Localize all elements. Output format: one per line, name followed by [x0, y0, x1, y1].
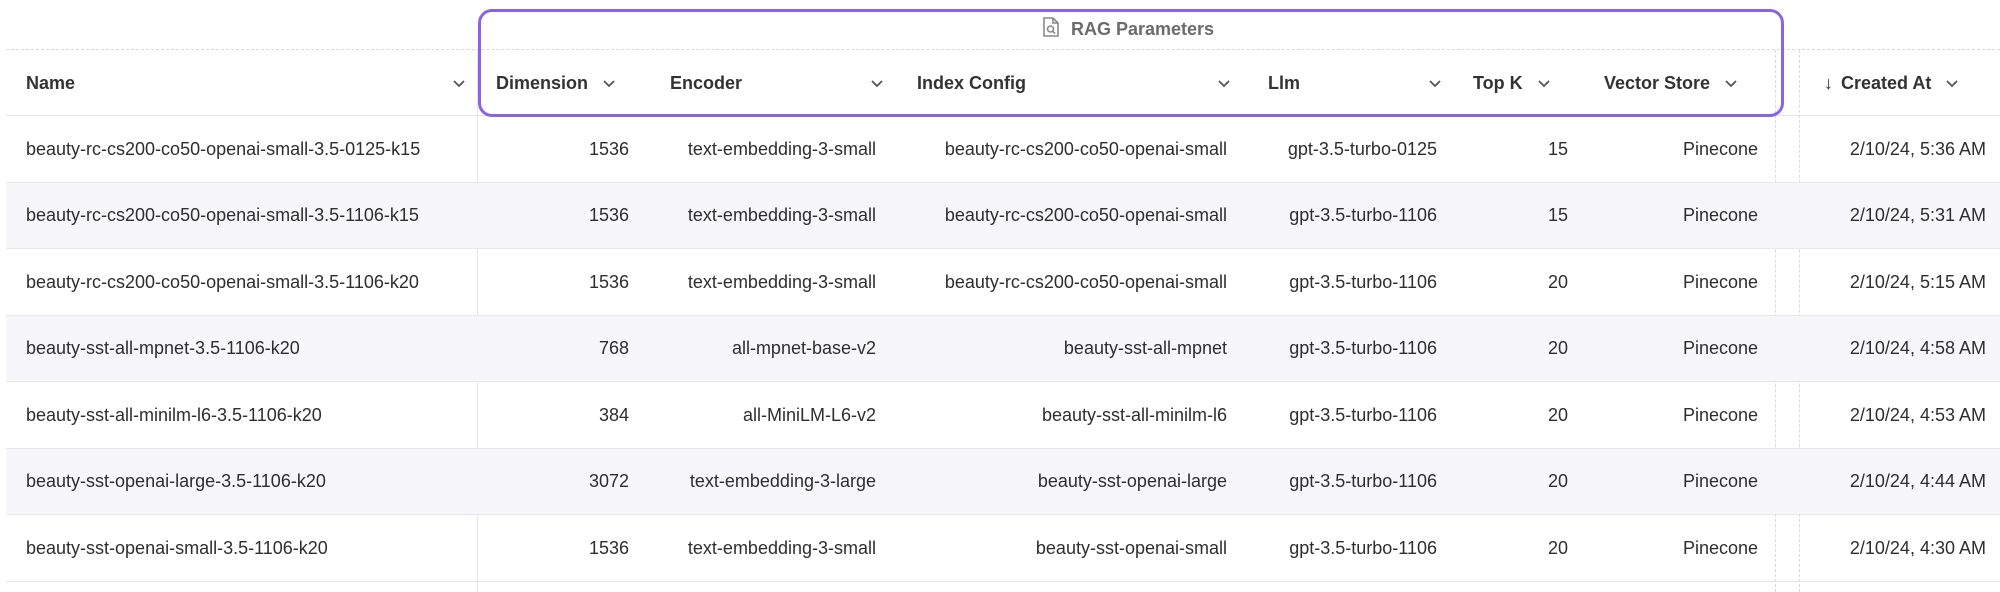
- cell-top-k: 15: [1547, 138, 1568, 159]
- chevron-down-icon[interactable]: [870, 76, 884, 90]
- column-header-label: Llm: [1268, 72, 1301, 93]
- column-header-dimension[interactable]: Dimension: [496, 50, 616, 116]
- column-group-row: RAG Parameters: [6, 0, 2000, 50]
- cell-llm: gpt-3.5-turbo-1106: [1289, 271, 1437, 292]
- cell-created-at: 2/10/24, 4:44 AM: [1849, 471, 1986, 491]
- column-header-name[interactable]: Name: [26, 50, 465, 116]
- cell-top-k: 20: [1547, 471, 1568, 491]
- cell-encoder: text-embedding-3-small: [687, 537, 876, 558]
- column-header-llm[interactable]: Llm: [1268, 50, 1441, 116]
- table-row[interactable]: beauty-sst-openai-large-3.5-1106-k20 307…: [6, 448, 2000, 515]
- cell-encoder: text-embedding-3-small: [687, 271, 876, 292]
- column-header-label: Index Config: [917, 72, 1026, 93]
- cell-index-config: beauty-rc-cs200-co50-openai-small: [944, 271, 1227, 292]
- column-header-encoder[interactable]: Encoder: [670, 50, 883, 116]
- cell-dimension: 3072: [588, 471, 629, 491]
- cell-name: beauty-rc-cs200-co50-openai-small-3.5-01…: [26, 138, 421, 159]
- chevron-down-icon[interactable]: [1724, 76, 1738, 90]
- cell-vector-store: Pinecone: [1682, 205, 1758, 225]
- table-row[interactable]: beauty-rc-cs200-co50-openai-small-3.5-01…: [6, 116, 2000, 183]
- cell-name: beauty-sst-openai-small-3.5-1106-k20: [26, 537, 328, 558]
- cell-top-k: 20: [1547, 404, 1568, 425]
- table-row[interactable]: beauty-sst-all-mpnet-3.5-1106-k20 768 al…: [6, 315, 2000, 382]
- column-header-top-k[interactable]: Top K: [1473, 50, 1551, 116]
- cell-created-at: 2/10/24, 4:58 AM: [1849, 338, 1986, 358]
- cell-name: beauty-rc-cs200-co50-openai-small-3.5-11…: [26, 205, 419, 225]
- chevron-down-icon[interactable]: [1945, 76, 1959, 90]
- cell-name: beauty-sst-all-minilm-l6-3.5-1106-k20: [26, 404, 322, 425]
- cell-vector-store: Pinecone: [1682, 471, 1758, 491]
- column-header-vector-store[interactable]: Vector Store: [1604, 50, 1738, 116]
- cell-encoder: text-embedding-3-small: [687, 205, 876, 225]
- document-search-icon: [1041, 16, 1061, 43]
- cell-vector-store: Pinecone: [1682, 271, 1758, 292]
- cell-vector-store: Pinecone: [1682, 537, 1758, 558]
- column-header-created-at[interactable]: ↓ Created At: [1824, 50, 1959, 116]
- cell-top-k: 20: [1547, 338, 1568, 358]
- cell-created-at: 2/10/24, 5:36 AM: [1849, 138, 1986, 159]
- cell-top-k: 15: [1547, 205, 1568, 225]
- cell-llm: gpt-3.5-turbo-1106: [1289, 537, 1437, 558]
- column-header-label: Name: [26, 72, 76, 93]
- chevron-down-icon[interactable]: [1217, 76, 1231, 90]
- cell-llm: gpt-3.5-turbo-1106: [1289, 205, 1437, 225]
- cell-llm: gpt-3.5-turbo-1106: [1289, 471, 1437, 491]
- cell-vector-store: Pinecone: [1682, 138, 1758, 159]
- cell-created-at: 2/10/24, 4:30 AM: [1849, 537, 1986, 558]
- table-body: beauty-rc-cs200-co50-openai-small-3.5-01…: [6, 116, 2000, 582]
- cell-index-config: beauty-rc-cs200-co50-openai-small: [944, 205, 1227, 225]
- cell-created-at: 2/10/24, 5:31 AM: [1849, 205, 1986, 225]
- table-row[interactable]: beauty-sst-all-minilm-l6-3.5-1106-k20 38…: [6, 382, 2000, 449]
- cell-index-config: beauty-sst-openai-small: [1035, 537, 1227, 558]
- cell-name: beauty-rc-cs200-co50-openai-small-3.5-11…: [26, 271, 419, 292]
- cell-top-k: 20: [1547, 537, 1568, 558]
- cell-dimension: 384: [598, 404, 629, 425]
- cell-dimension: 1536: [588, 271, 629, 292]
- cell-encoder: text-embedding-3-large: [689, 471, 876, 491]
- sort-descending-icon[interactable]: ↓: [1824, 73, 1833, 94]
- cell-encoder: text-embedding-3-small: [687, 138, 876, 159]
- cell-top-k: 20: [1547, 271, 1568, 292]
- cell-llm: gpt-3.5-turbo-1106: [1289, 404, 1437, 425]
- cell-llm: gpt-3.5-turbo-0125: [1287, 138, 1437, 159]
- cell-vector-store: Pinecone: [1682, 338, 1758, 358]
- cell-index-config: beauty-sst-openai-large: [1037, 471, 1227, 491]
- column-header-label: Vector Store: [1604, 72, 1711, 93]
- cell-name: beauty-sst-openai-large-3.5-1106-k20: [26, 471, 326, 491]
- cell-dimension: 768: [598, 338, 629, 358]
- cell-name: beauty-sst-all-mpnet-3.5-1106-k20: [26, 338, 300, 358]
- cell-encoder: all-MiniLM-L6-v2: [742, 404, 876, 425]
- column-header-label: Top K: [1473, 72, 1523, 93]
- experiments-table: RAG Parameters Name Dimension Encoder In…: [6, 0, 2000, 592]
- column-header-label: Encoder: [670, 72, 743, 93]
- chevron-down-icon[interactable]: [452, 76, 466, 90]
- group-label: RAG Parameters: [1071, 18, 1215, 39]
- cell-created-at: 2/10/24, 4:53 AM: [1849, 404, 1986, 425]
- column-header-index-config[interactable]: Index Config: [917, 50, 1230, 116]
- cell-dimension: 1536: [588, 138, 629, 159]
- chevron-down-icon[interactable]: [602, 76, 616, 90]
- table-row[interactable]: beauty-sst-openai-small-3.5-1106-k20 153…: [6, 515, 2000, 582]
- cell-encoder: all-mpnet-base-v2: [731, 338, 876, 358]
- header-row: Name Dimension Encoder Index Config Llm …: [6, 50, 2000, 116]
- cell-index-config: beauty-rc-cs200-co50-openai-small: [944, 138, 1227, 159]
- cell-dimension: 1536: [588, 537, 629, 558]
- cell-index-config: beauty-sst-all-minilm-l6: [1041, 404, 1227, 425]
- chevron-down-icon[interactable]: [1537, 76, 1551, 90]
- column-header-label: Dimension: [496, 72, 589, 93]
- cell-llm: gpt-3.5-turbo-1106: [1289, 338, 1437, 358]
- cell-index-config: beauty-sst-all-mpnet: [1063, 338, 1227, 358]
- chevron-down-icon[interactable]: [1428, 76, 1442, 90]
- table-row[interactable]: beauty-rc-cs200-co50-openai-small-3.5-11…: [6, 249, 2000, 316]
- cell-created-at: 2/10/24, 5:15 AM: [1849, 271, 1986, 292]
- cell-dimension: 1536: [588, 205, 629, 225]
- column-header-label: Created At: [1841, 72, 1932, 93]
- rag-parameters-group-header: RAG Parameters: [1041, 16, 1214, 42]
- table-row[interactable]: beauty-rc-cs200-co50-openai-small-3.5-11…: [6, 182, 2000, 249]
- cell-vector-store: Pinecone: [1682, 404, 1758, 425]
